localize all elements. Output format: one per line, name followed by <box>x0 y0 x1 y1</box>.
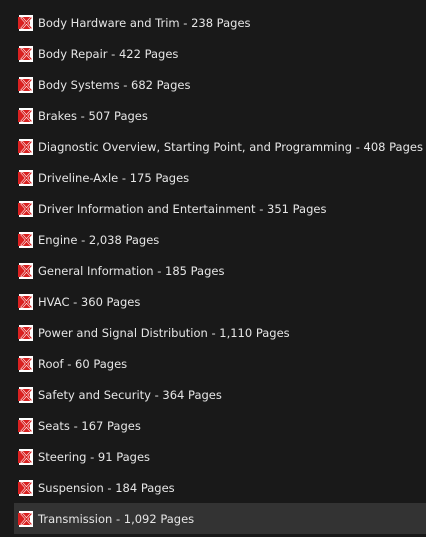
pdf-file-icon <box>18 448 34 465</box>
file-list: Body Hardware and Trim - 238 Pages Body … <box>0 7 426 534</box>
file-name-label: Safety and Security - 364 Pages <box>38 387 222 402</box>
pdf-file-icon <box>18 107 34 124</box>
file-list-item[interactable]: Engine - 2,038 Pages <box>0 224 426 255</box>
file-list-item[interactable]: Safety and Security - 364 Pages <box>0 379 426 410</box>
file-name-label: Body Hardware and Trim - 238 Pages <box>38 15 251 30</box>
pdf-file-icon <box>18 510 34 527</box>
pdf-file-icon <box>18 262 34 279</box>
file-name-label: Roof - 60 Pages <box>38 356 128 371</box>
file-list-item[interactable]: Power and Signal Distribution - 1,110 Pa… <box>0 317 426 348</box>
file-name-label: Driver Information and Entertainment - 3… <box>38 201 327 216</box>
file-name-label: Brakes - 507 Pages <box>38 108 148 123</box>
file-name-label: Transmission - 1,092 Pages <box>38 511 195 526</box>
pdf-file-icon <box>18 293 34 310</box>
pdf-file-icon <box>18 169 34 186</box>
file-name-label: Body Repair - 422 Pages <box>38 46 179 61</box>
pdf-file-icon <box>18 417 34 434</box>
pdf-file-icon <box>18 76 34 93</box>
file-name-label: Seats - 167 Pages <box>38 418 141 433</box>
file-name-label: Steering - 91 Pages <box>38 449 151 464</box>
file-list-item[interactable]: Body Systems - 682 Pages <box>0 69 426 100</box>
pdf-file-icon <box>18 324 34 341</box>
pdf-file-icon <box>18 355 34 372</box>
file-name-label: Body Systems - 682 Pages <box>38 77 191 92</box>
file-name-label: Suspension - 184 Pages <box>38 480 175 495</box>
file-name-label: Engine - 2,038 Pages <box>38 232 160 247</box>
pdf-file-icon <box>18 14 34 31</box>
pdf-file-icon <box>18 45 34 62</box>
file-list-item[interactable]: Steering - 91 Pages <box>0 441 426 472</box>
file-list-item[interactable]: Body Hardware and Trim - 238 Pages <box>0 7 426 38</box>
file-list-item[interactable]: Seats - 167 Pages <box>0 410 426 441</box>
pdf-file-icon <box>18 231 34 248</box>
file-list-item[interactable]: Suspension - 184 Pages <box>0 472 426 503</box>
file-list-item[interactable]: Driver Information and Entertainment - 3… <box>0 193 426 224</box>
file-list-item[interactable]: Transmission - 1,092 Pages <box>14 503 426 534</box>
file-list-item[interactable]: Diagnostic Overview, Starting Point, and… <box>0 131 426 162</box>
file-list-item[interactable]: General Information - 185 Pages <box>0 255 426 286</box>
file-list-item[interactable]: Roof - 60 Pages <box>0 348 426 379</box>
file-list-item[interactable]: Driveline-Axle - 175 Pages <box>0 162 426 193</box>
file-list-item[interactable]: HVAC - 360 Pages <box>0 286 426 317</box>
file-name-label: Power and Signal Distribution - 1,110 Pa… <box>38 325 290 340</box>
file-name-label: General Information - 185 Pages <box>38 263 225 278</box>
pdf-file-icon <box>18 479 34 496</box>
pdf-file-icon <box>18 200 34 217</box>
pdf-file-icon <box>18 138 34 155</box>
file-name-label: HVAC - 360 Pages <box>38 294 141 309</box>
file-list-item[interactable]: Brakes - 507 Pages <box>0 100 426 131</box>
file-name-label: Driveline-Axle - 175 Pages <box>38 170 190 185</box>
file-name-label: Diagnostic Overview, Starting Point, and… <box>38 139 423 154</box>
file-list-item[interactable]: Body Repair - 422 Pages <box>0 38 426 69</box>
pdf-file-icon <box>18 386 34 403</box>
